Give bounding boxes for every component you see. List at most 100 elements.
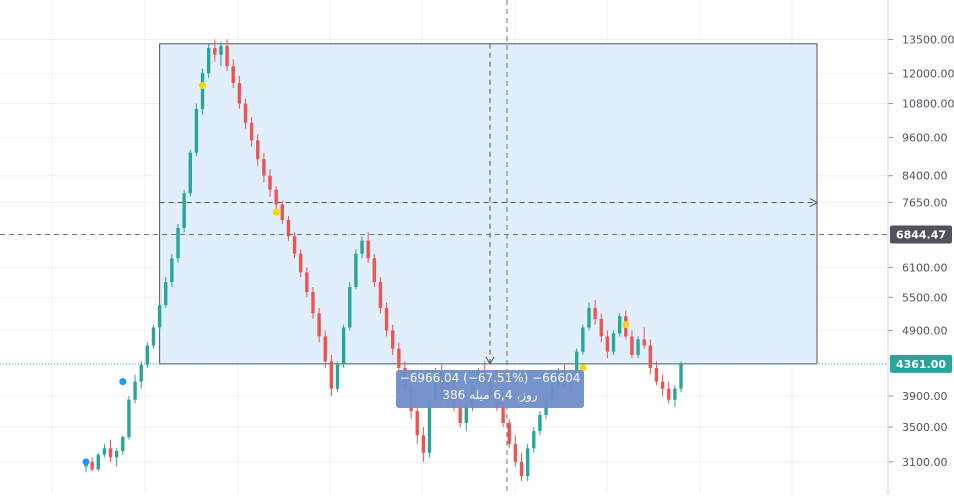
- candle-body[interactable]: [311, 292, 315, 314]
- candle-body[interactable]: [605, 336, 610, 352]
- measure-line-2: 386 روز، 4‏,6 میله: [442, 388, 538, 402]
- candle-body[interactable]: [507, 422, 511, 444]
- candle-body[interactable]: [102, 448, 107, 455]
- candle-body[interactable]: [501, 407, 505, 423]
- candle-body[interactable]: [219, 45, 223, 55]
- y-tick-label: 3500.00: [902, 421, 948, 434]
- candle-body[interactable]: [673, 388, 677, 400]
- measure-line-1: −6966.04 (−67.51%) −66604: [399, 371, 581, 385]
- candle-body[interactable]: [391, 330, 395, 349]
- candle-body[interactable]: [237, 83, 242, 104]
- candle-body[interactable]: [200, 73, 205, 109]
- candle-body[interactable]: [164, 282, 168, 306]
- candle-body[interactable]: [464, 407, 468, 423]
- candle-body[interactable]: [262, 159, 266, 176]
- candle-body[interactable]: [176, 228, 180, 259]
- candle-body[interactable]: [157, 305, 162, 328]
- candle-body[interactable]: [587, 307, 591, 328]
- candle-body[interactable]: [145, 345, 150, 365]
- candle-body[interactable]: [642, 339, 646, 346]
- candle-body[interactable]: [679, 363, 683, 389]
- candle-body[interactable]: [139, 364, 143, 382]
- candle-body[interactable]: [599, 318, 603, 337]
- y-tick-label: 3900.00: [902, 390, 948, 403]
- y-tick-label: 6100.00: [902, 262, 948, 275]
- candle-body[interactable]: [667, 388, 671, 400]
- signal-marker-blue[interactable]: [82, 458, 90, 466]
- candle-body[interactable]: [384, 307, 389, 331]
- candle-body[interactable]: [329, 361, 334, 389]
- y-tick-label: 9600.00: [902, 131, 948, 144]
- candle-body[interactable]: [397, 348, 401, 368]
- measure-box[interactable]: [159, 43, 818, 365]
- candle-body[interactable]: [378, 282, 383, 308]
- candle-body[interactable]: [366, 240, 370, 259]
- candle-body[interactable]: [415, 411, 419, 436]
- candle-body[interactable]: [108, 448, 113, 458]
- candle-body[interactable]: [299, 253, 303, 273]
- candle-body[interactable]: [513, 443, 518, 462]
- y-tick-label: 12000.00: [902, 67, 954, 80]
- y-tick-label: 5500.00: [902, 291, 948, 304]
- candle-body[interactable]: [127, 399, 131, 438]
- candle-body[interactable]: [305, 272, 309, 293]
- last-price-label: 4361.00: [896, 358, 946, 371]
- candle-body[interactable]: [636, 339, 640, 355]
- candle-body[interactable]: [519, 461, 524, 477]
- candle-body[interactable]: [231, 66, 235, 84]
- candle-body[interactable]: [581, 327, 585, 352]
- candle-body[interactable]: [292, 236, 297, 254]
- candle-body[interactable]: [280, 204, 284, 220]
- measure-info-box: −6966.04 (−67.51%) −66604 386 روز، 4‏,6 …: [396, 370, 584, 408]
- candle-body[interactable]: [611, 333, 616, 352]
- candle-body[interactable]: [213, 48, 217, 55]
- candle-body[interactable]: [133, 381, 137, 400]
- candle-body[interactable]: [286, 219, 291, 237]
- candle-body[interactable]: [256, 140, 260, 160]
- candle-body[interactable]: [617, 316, 622, 334]
- candle-body[interactable]: [660, 381, 665, 389]
- candle-body[interactable]: [114, 450, 119, 458]
- candle-body[interactable]: [538, 414, 542, 432]
- candle-body[interactable]: [90, 461, 94, 470]
- candle-body[interactable]: [348, 287, 352, 328]
- candle-body[interactable]: [249, 122, 254, 141]
- candle-body[interactable]: [274, 189, 278, 205]
- candle-body[interactable]: [532, 431, 536, 449]
- signal-marker-blue[interactable]: [119, 378, 127, 386]
- candle-body[interactable]: [654, 367, 659, 382]
- candle-body[interactable]: [421, 435, 426, 453]
- candle-body[interactable]: [188, 152, 192, 194]
- candle-body[interactable]: [225, 45, 229, 67]
- chart-area[interactable]: 13500.00 12000.00 10800.00 9600.00 8400.00 76…: [0, 0, 954, 494]
- candlestick-chart[interactable]: 13500.00 12000.00 10800.00 9600.00 8400.00 76…: [0, 0, 954, 494]
- candle-body[interactable]: [182, 193, 186, 229]
- candle-body[interactable]: [317, 313, 321, 337]
- candle-body[interactable]: [268, 175, 272, 190]
- candle-body[interactable]: [341, 327, 346, 365]
- candle-body[interactable]: [458, 407, 462, 423]
- candle-body[interactable]: [335, 364, 340, 389]
- candle-body[interactable]: [372, 258, 376, 283]
- candle-body[interactable]: [243, 103, 248, 123]
- signal-marker-yellow[interactable]: [272, 208, 280, 216]
- candle-body[interactable]: [194, 108, 199, 153]
- candle-body[interactable]: [170, 258, 174, 283]
- candle-body[interactable]: [525, 448, 530, 477]
- y-tick-label: 4900.00: [902, 324, 948, 337]
- candle-body[interactable]: [323, 336, 327, 362]
- candle-body[interactable]: [96, 454, 100, 470]
- candle-body[interactable]: [121, 437, 125, 451]
- candle-body[interactable]: [630, 336, 634, 355]
- signal-marker-yellow[interactable]: [622, 321, 630, 329]
- candle-body[interactable]: [151, 327, 156, 346]
- candle-body[interactable]: [593, 307, 597, 319]
- y-tick-label: 3100.00: [902, 456, 948, 469]
- candle-body[interactable]: [354, 253, 358, 288]
- y-tick-label: 10800.00: [902, 98, 954, 111]
- candle-body[interactable]: [648, 345, 653, 368]
- y-tick-label: 7650.00: [902, 197, 948, 210]
- signal-marker-yellow[interactable]: [199, 82, 207, 90]
- candle-body[interactable]: [360, 240, 364, 254]
- candle-body[interactable]: [206, 48, 211, 74]
